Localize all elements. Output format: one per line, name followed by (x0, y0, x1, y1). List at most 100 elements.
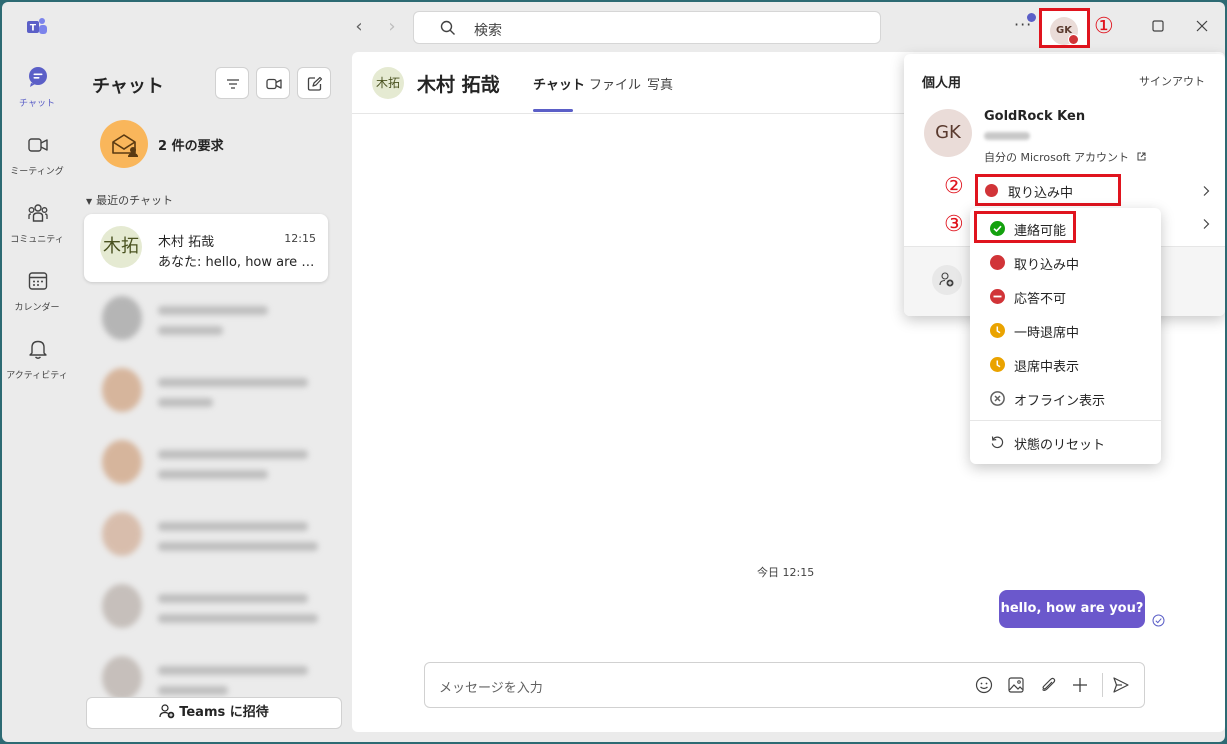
blurred-chat-item[interactable] (84, 502, 328, 570)
rail-item-community[interactable]: コミュニティ (2, 202, 72, 262)
header-avatar: 木拓 (372, 67, 404, 99)
search-input[interactable]: 検索 (413, 11, 881, 44)
sent-message-bubble[interactable]: hello, how are you? (999, 590, 1145, 628)
profile-avatar-button[interactable]: GK (1039, 8, 1090, 48)
forward-arrow-icon[interactable]: › (382, 17, 402, 37)
svg-text:T: T (30, 24, 37, 34)
bell-icon (29, 340, 47, 359)
chevron-right-icon[interactable] (1200, 185, 1212, 197)
chat-avatar: 木拓 (100, 226, 142, 268)
rail-label-meetings: ミーティング (10, 167, 64, 177)
composer-placeholder: メッセージを入力 (439, 681, 543, 696)
blurred-text (158, 326, 223, 335)
status-option-label: 退席中表示 (1014, 360, 1080, 375)
status-option-appear-offline[interactable]: オフライン表示 (970, 381, 1161, 415)
blurred-chat-item[interactable] (84, 646, 328, 700)
tab-photos[interactable]: 写真 (647, 74, 673, 93)
blurred-text (158, 522, 308, 531)
teams-window: T ‹ › 検索 ··· GK ① チャット ミーティング コミュニティ カレン… (2, 2, 1225, 742)
recent-chats-header[interactable]: ▼ 最近のチャット (86, 192, 173, 208)
date-separator: 今日 12:15 (757, 566, 815, 579)
composer-divider (1102, 673, 1103, 697)
blurred-chat-item[interactable] (84, 358, 328, 426)
blurred-text (158, 378, 308, 387)
status-option-do-not-disturb[interactable]: 応答不可 (970, 279, 1161, 313)
busy-status-dot (1068, 34, 1079, 45)
rail-label-calendar: カレンダー (14, 303, 60, 313)
blurred-text (158, 450, 308, 459)
annotation-step-2: ② (944, 174, 964, 199)
away-clock-icon (990, 357, 1005, 372)
blurred-chat-item[interactable] (84, 286, 328, 354)
meet-now-button[interactable] (256, 67, 290, 99)
reset-status-button[interactable]: 状態のリセット (970, 425, 1161, 459)
maximize-icon[interactable] (1150, 18, 1166, 34)
chevron-right-icon[interactable] (1200, 218, 1212, 230)
profile-avatar: GK (924, 109, 972, 157)
rail-item-activity[interactable]: アクティビティ (2, 338, 72, 398)
recent-chats-label: 最近のチャット (96, 194, 174, 207)
account-type-label: 個人用 (922, 76, 962, 91)
close-icon[interactable] (1194, 18, 1210, 34)
status-option-available[interactable]: 連絡可能 (970, 211, 1161, 245)
blurred-text (158, 614, 318, 623)
message-composer[interactable]: メッセージを入力 (424, 662, 1145, 708)
annotation-step-1: ① (1094, 14, 1114, 39)
chat-requests[interactable]: 2 件の要求 (86, 120, 336, 170)
microsoft-account-link[interactable]: 自分の Microsoft アカウント (984, 149, 1146, 165)
blurred-avatar (102, 656, 142, 700)
status-option-busy[interactable]: 取り込み中 (970, 245, 1161, 279)
requests-label: 2 件の要求 (158, 139, 224, 154)
rail-item-chat[interactable]: チャット (2, 66, 72, 126)
highlight-box (974, 211, 1076, 243)
title-bar: T ‹ › 検索 ··· GK ① (2, 2, 1225, 52)
status-option-label: オフライン表示 (1014, 394, 1106, 409)
current-status-button[interactable]: 取り込み中 (975, 174, 1121, 206)
do-not-disturb-icon (990, 289, 1005, 304)
chat-list-item-active[interactable]: 木拓 木村 拓哉 12:15 あなた: hello, how are you? (84, 214, 328, 282)
status-submenu: 連絡可能 取り込み中 応答不可 一時退席中 退席中表示 オフライン表示 状態のリ… (970, 208, 1161, 464)
chat-name: 木村 拓哉 (158, 235, 215, 250)
blurred-text (158, 666, 308, 675)
attach-icon[interactable] (1039, 676, 1057, 694)
back-arrow-icon[interactable]: ‹ (349, 17, 369, 37)
rail-label-activity: アクティビティ (6, 371, 68, 381)
seen-check-icon (1152, 614, 1165, 627)
msa-link-label: 自分の Microsoft アカウント (984, 151, 1130, 164)
tab-files[interactable]: ファイル (589, 74, 641, 93)
collapse-caret-icon: ▼ (86, 197, 93, 206)
teams-logo-icon: T (27, 18, 47, 34)
search-icon (440, 20, 455, 35)
requests-icon (100, 120, 148, 168)
profile-name: GoldRock Ken (984, 109, 1086, 124)
blurred-avatar (102, 296, 142, 340)
status-option-be-right-back[interactable]: 一時退席中 (970, 313, 1161, 347)
blurred-chat-item[interactable] (84, 430, 328, 498)
blurred-text (158, 542, 318, 551)
emoji-icon[interactable] (975, 676, 993, 694)
chat-preview: あなた: hello, how are you? (158, 255, 318, 270)
filter-button[interactable] (215, 67, 249, 99)
sign-out-link[interactable]: サインアウト (1139, 73, 1205, 89)
blurred-chat-item[interactable] (84, 574, 328, 642)
chat-time: 12:15 (284, 232, 316, 245)
busy-dot-icon (990, 255, 1005, 270)
add-account-icon[interactable] (932, 265, 962, 295)
video-icon (266, 78, 282, 90)
blurred-avatar (102, 368, 142, 412)
search-placeholder: 検索 (474, 23, 502, 39)
plus-icon[interactable] (1071, 676, 1089, 694)
rail-item-meetings[interactable]: ミーティング (2, 134, 72, 194)
status-option-appear-away[interactable]: 退席中表示 (970, 347, 1161, 381)
status-option-label: 応答不可 (1014, 292, 1067, 307)
notification-badge (1027, 13, 1036, 22)
rail-item-calendar[interactable]: カレンダー (2, 270, 72, 330)
video-camera-icon (28, 138, 48, 152)
image-icon[interactable] (1007, 676, 1025, 694)
active-tab-indicator (533, 109, 573, 112)
tab-chat[interactable]: チャット (533, 74, 585, 93)
send-icon[interactable] (1112, 676, 1130, 694)
invite-to-teams-button[interactable]: Teams に招待 (86, 697, 342, 729)
reset-status-label: 状態のリセット (1014, 438, 1106, 453)
new-chat-button[interactable] (297, 67, 331, 99)
